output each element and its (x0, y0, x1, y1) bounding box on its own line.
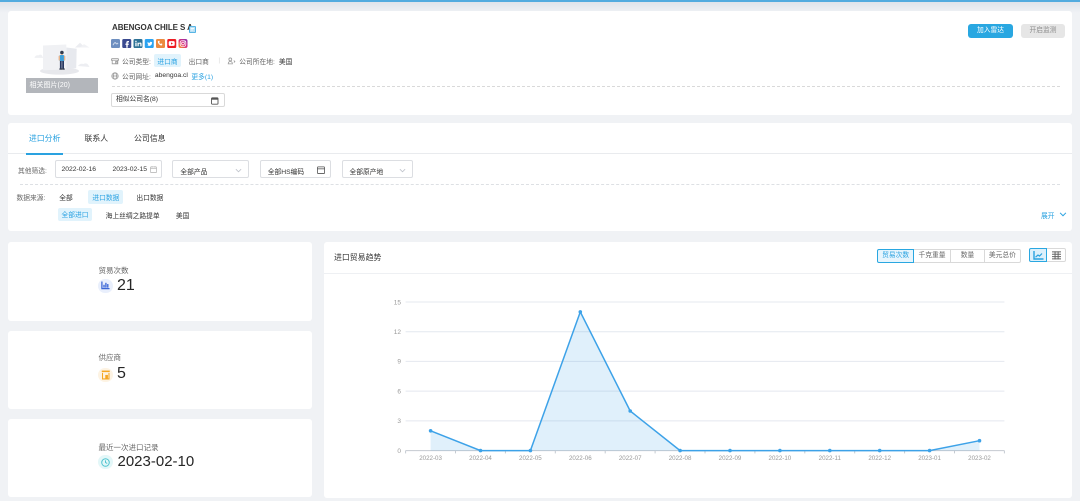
svg-text:0: 0 (397, 448, 401, 455)
svg-text:2022-12: 2022-12 (868, 455, 891, 462)
svg-text:2022-10: 2022-10 (769, 455, 792, 462)
svg-text:9: 9 (397, 359, 401, 366)
svg-text:2022-11: 2022-11 (819, 455, 842, 462)
svg-text:2022-07: 2022-07 (619, 455, 642, 462)
svg-text:2022-04: 2022-04 (469, 455, 492, 462)
svg-text:2022-03: 2022-03 (419, 455, 442, 462)
svg-text:15: 15 (394, 299, 402, 306)
svg-text:2022-09: 2022-09 (719, 455, 742, 462)
svg-text:3: 3 (397, 418, 401, 425)
svg-text:6: 6 (397, 388, 401, 395)
svg-text:2022-05: 2022-05 (519, 455, 542, 462)
svg-text:12: 12 (394, 329, 402, 336)
svg-text:2023-01: 2023-01 (918, 455, 941, 462)
svg-text:2022-08: 2022-08 (669, 455, 692, 462)
svg-text:2023-02: 2023-02 (968, 455, 991, 462)
svg-text:2022-06: 2022-06 (569, 455, 592, 462)
